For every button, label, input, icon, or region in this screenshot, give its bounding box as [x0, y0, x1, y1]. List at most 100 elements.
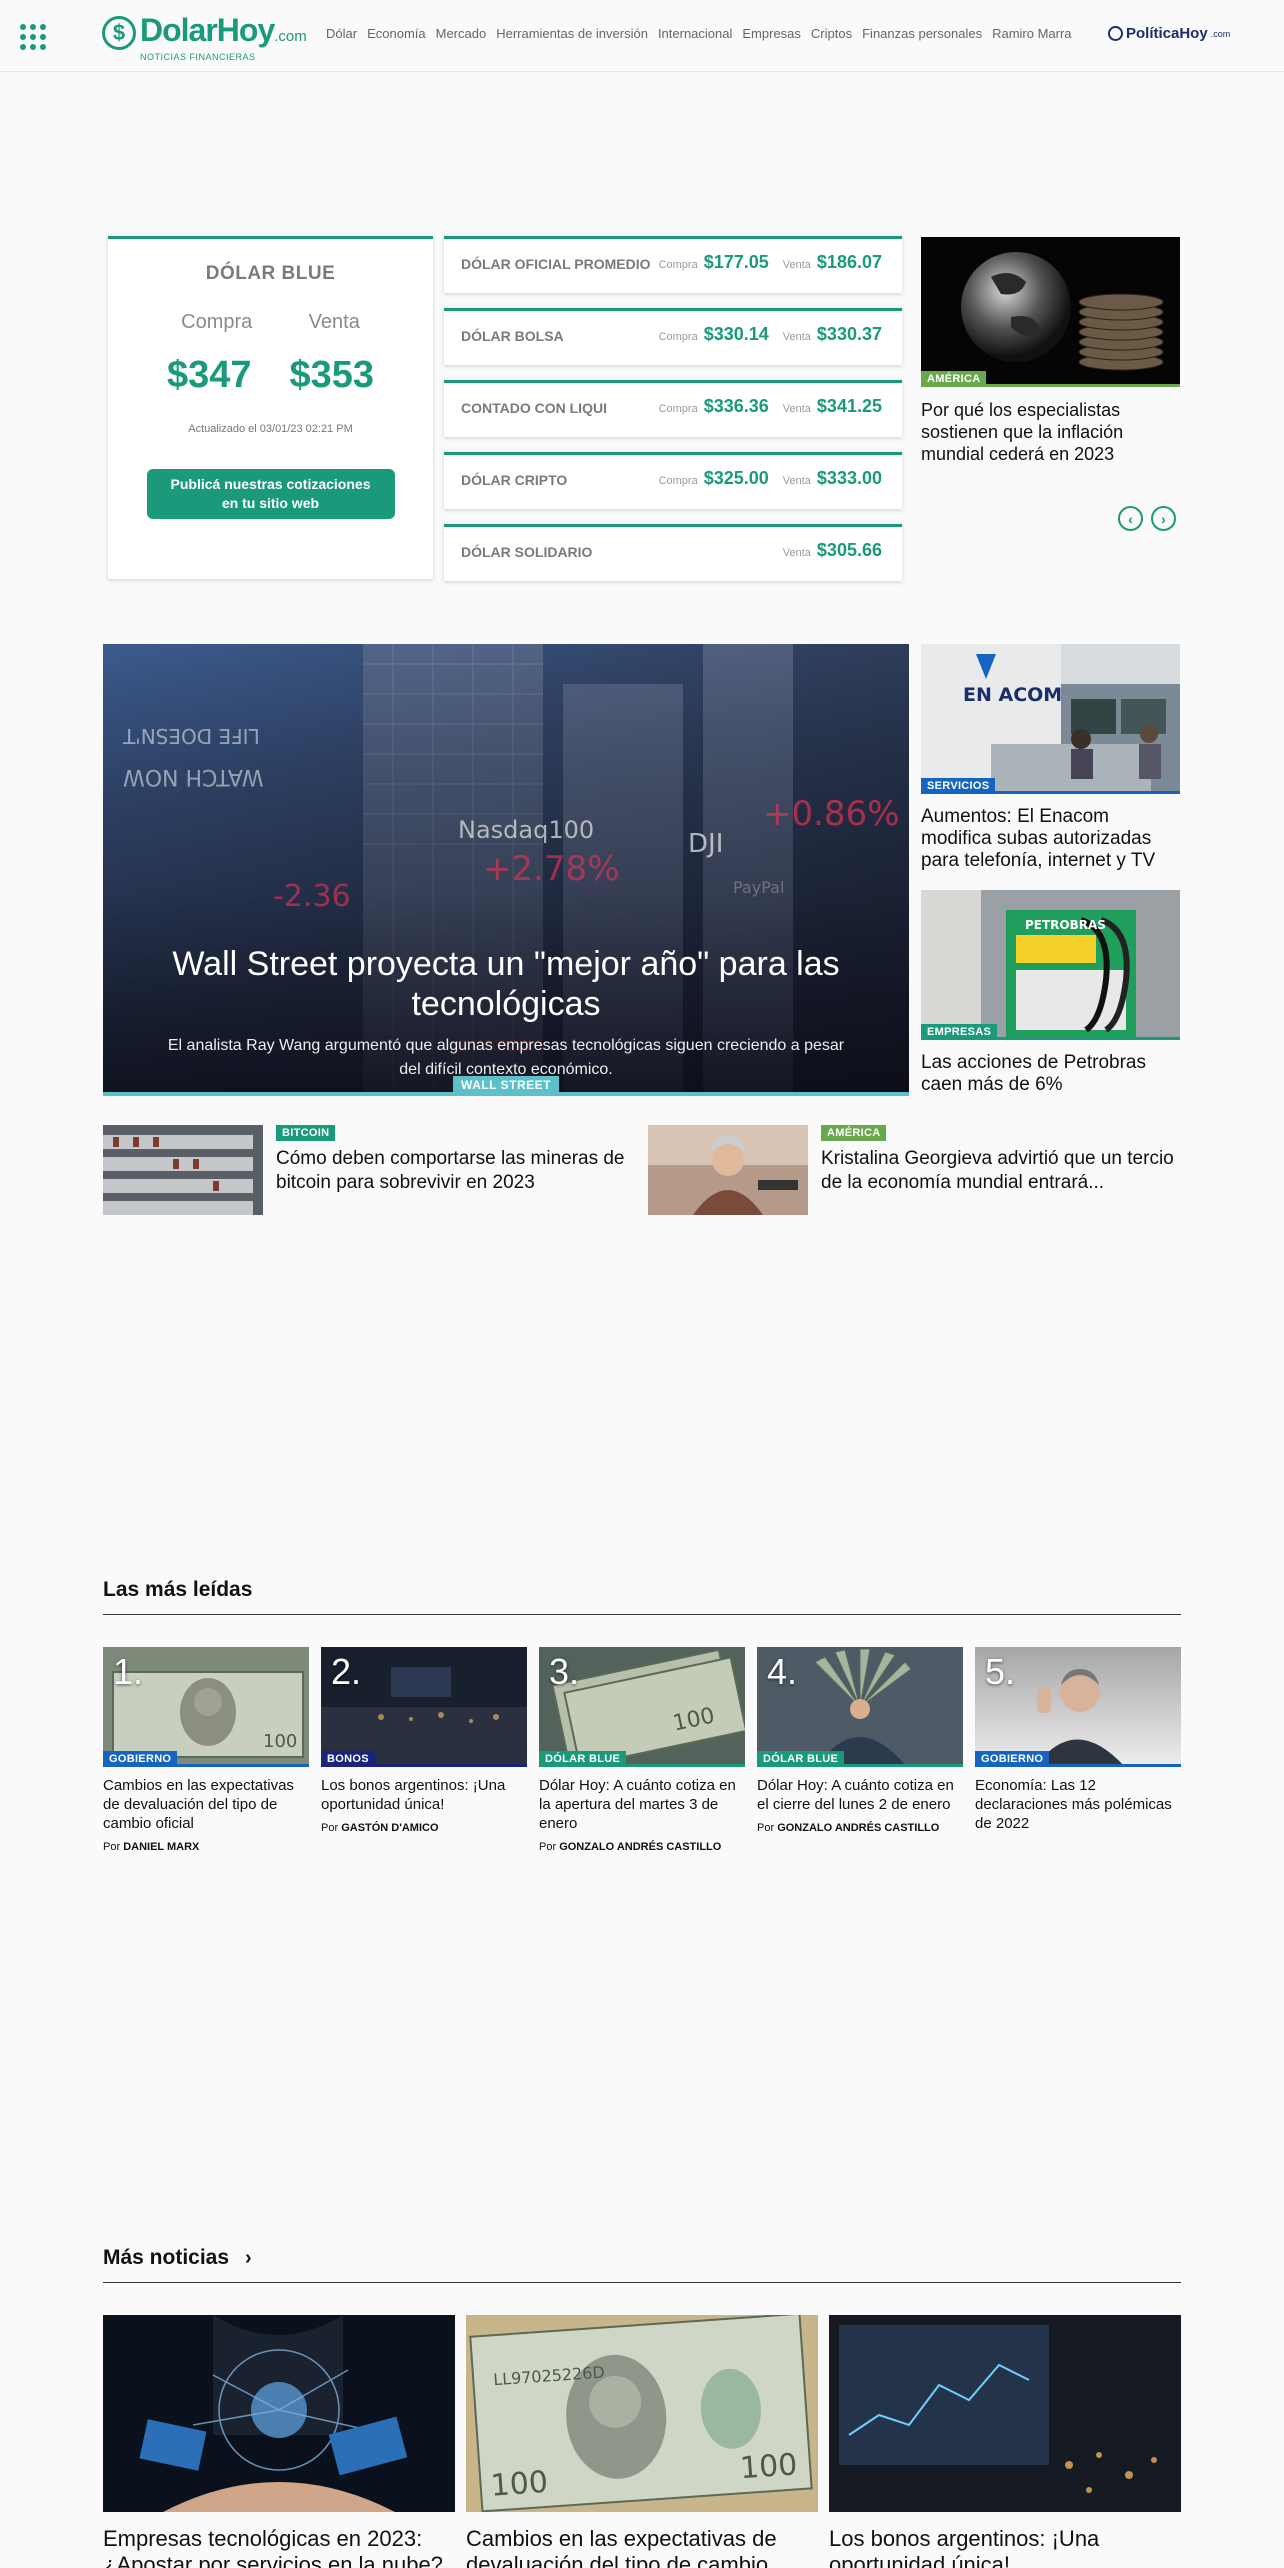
- petrobras-pump-image: [921, 890, 1180, 1040]
- blue-sell-label: Venta: [308, 311, 360, 333]
- rank-number: 3.: [549, 1651, 580, 1692]
- carousel-prev-button[interactable]: ‹: [1118, 506, 1143, 531]
- quote-sell-value: $330.37: [816, 324, 882, 344]
- blue-sell-value: $353: [289, 354, 375, 396]
- partner-logo-politicahoy[interactable]: PolíticaHoy .com: [1108, 25, 1230, 42]
- author-name[interactable]: GONZALO ANDRÉS CASTILLO: [777, 1822, 939, 1834]
- carousel-next-button[interactable]: ›: [1151, 506, 1176, 531]
- category-tag[interactable]: BITCOIN: [276, 1125, 336, 1141]
- blue-buy-label: Compra: [181, 311, 253, 333]
- quote-row-oficial[interactable]: DÓLAR OFICIAL PROMEDIO Compra $177.05 Ve…: [444, 236, 902, 293]
- enacom-sign-text: EN ACOM: [963, 684, 1063, 706]
- more-news-title[interactable]: Los bonos argentinos: ¡Una oportunidad ú…: [829, 2526, 1181, 2568]
- more-news-image[interactable]: [103, 2315, 455, 2512]
- featured-news-image[interactable]: AMÉRICA: [921, 237, 1180, 387]
- category-tag[interactable]: EMPRESAS: [921, 1024, 998, 1040]
- quote-buy-value: $325.00: [703, 468, 769, 488]
- dollar-bills-image: LL97025226D 100 100: [466, 2315, 818, 2512]
- author-name[interactable]: GASTÓN D'AMICO: [341, 1822, 438, 1834]
- logo-text: DolarHoy: [140, 12, 275, 48]
- more-news-image[interactable]: LL97025226D 100 100: [466, 2315, 818, 2512]
- side-news-card-enacom[interactable]: EN ACOM SERVICIOS Aumentos: El Enacom mo…: [921, 644, 1180, 872]
- nav-item-criptos[interactable]: Criptos: [811, 26, 852, 41]
- most-read-item[interactable]: 4. DÓLAR BLUE Dólar Hoy: A cuánto cotiza…: [757, 1647, 963, 1834]
- category-tag[interactable]: GOBIERNO: [103, 1751, 178, 1767]
- small-news-image[interactable]: [103, 1125, 263, 1215]
- more-news-heading[interactable]: Más noticias ›: [103, 2246, 1181, 2283]
- quote-sell-value: $305.66: [816, 540, 882, 560]
- side-news-image[interactable]: EN ACOM SERVICIOS: [921, 644, 1180, 794]
- more-news-image[interactable]: [829, 2315, 1181, 2512]
- author-name[interactable]: DANIEL MARX: [123, 1841, 199, 1853]
- most-read-title[interactable]: Cambios en las expectativas de devaluaci…: [103, 1776, 309, 1833]
- quote-row-cripto[interactable]: DÓLAR CRIPTO Compra $325.00 Venta $333.0…: [444, 452, 902, 509]
- hero-category-tag[interactable]: WALL STREET: [453, 1076, 559, 1092]
- most-read-item[interactable]: 100 3. DÓLAR BLUE Dólar Hoy: A cuánto co…: [539, 1647, 745, 1853]
- stock-screen-image: [829, 2315, 1181, 2512]
- hero-title[interactable]: Wall Street proyecta un "mejor año" para…: [143, 944, 869, 1024]
- most-read-item[interactable]: 5. GOBIERNO Economía: Las 12 declaracion…: [975, 1647, 1181, 1833]
- side-news-image[interactable]: PETROBRAS EMPRESAS: [921, 890, 1180, 1040]
- small-news-title[interactable]: Cómo deben comportarse las mineras de bi…: [276, 1147, 636, 1195]
- side-news-title[interactable]: Las acciones de Petrobras caen más de 6%: [921, 1052, 1180, 1096]
- most-read-image[interactable]: 100 1. GOBIERNO: [103, 1647, 309, 1767]
- small-news-card-bitcoin[interactable]: BITCOIN Cómo deben comportarse las miner…: [103, 1125, 643, 1215]
- quote-row-bolsa[interactable]: DÓLAR BOLSA Compra $330.14 Venta $330.37: [444, 308, 902, 365]
- globe-coins-image: [921, 237, 1180, 387]
- nav-item-internacional[interactable]: Internacional: [658, 26, 732, 41]
- category-tag[interactable]: GOBIERNO: [975, 1751, 1050, 1767]
- most-read-title[interactable]: Dólar Hoy: A cuánto cotiza en el cierre …: [757, 1776, 963, 1814]
- mining-rigs-image: [103, 1125, 263, 1215]
- side-news-card-petrobras[interactable]: PETROBRAS EMPRESAS Las acciones de Petro…: [921, 890, 1180, 1096]
- category-tag[interactable]: BONOS: [321, 1751, 375, 1767]
- hero-article[interactable]: amazon PayPal Nasdaq100 DJI +0.86% +2.78…: [103, 644, 909, 1096]
- category-tag[interactable]: DÓLAR BLUE: [539, 1751, 627, 1767]
- chevron-right-icon[interactable]: ›: [245, 2247, 252, 2270]
- nav-item-dolar[interactable]: Dólar: [326, 26, 357, 41]
- category-tag[interactable]: AMÉRICA: [921, 371, 987, 387]
- quote-buy-label: Compra: [658, 403, 698, 415]
- nav-item-ramiro-marra[interactable]: Ramiro Marra: [992, 26, 1071, 41]
- more-news-title[interactable]: Empresas tecnológicas en 2023: ¿Apostar …: [103, 2526, 455, 2568]
- most-read-image[interactable]: 4. DÓLAR BLUE: [757, 1647, 963, 1767]
- quote-row-solidario[interactable]: DÓLAR SOLIDARIO Venta $305.66: [444, 524, 902, 581]
- more-news-item[interactable]: Empresas tecnológicas en 2023: ¿Apostar …: [103, 2315, 455, 2568]
- nav-item-empresas[interactable]: Empresas: [742, 26, 801, 41]
- nav-item-economia[interactable]: Economía: [367, 26, 426, 41]
- most-read-image[interactable]: 2. BONOS: [321, 1647, 527, 1767]
- small-news-image[interactable]: [648, 1125, 808, 1215]
- most-read-image[interactable]: 5. GOBIERNO: [975, 1647, 1181, 1767]
- apps-grid-icon[interactable]: [20, 24, 46, 50]
- more-news-heading-text[interactable]: Más noticias: [103, 2246, 229, 2270]
- author-name[interactable]: GONZALO ANDRÉS CASTILLO: [559, 1841, 721, 1853]
- nav-item-herramientas[interactable]: Herramientas de inversión: [496, 26, 648, 41]
- nav-item-finanzas[interactable]: Finanzas personales: [862, 26, 982, 41]
- quote-sell-label: Venta: [782, 259, 811, 271]
- most-read-author: Por GONZALO ANDRÉS CASTILLO: [757, 1822, 963, 1834]
- side-news-title[interactable]: Aumentos: El Enacom modifica subas autor…: [921, 806, 1180, 872]
- most-read-image[interactable]: 100 3. DÓLAR BLUE: [539, 1647, 745, 1767]
- category-tag[interactable]: SERVICIOS: [921, 778, 996, 794]
- quote-buy-value: $336.36: [703, 396, 769, 416]
- most-read-title[interactable]: Los bonos argentinos: ¡Una oportunidad ú…: [321, 1776, 527, 1814]
- featured-news-title[interactable]: Por qué los especialistas sostienen que …: [921, 399, 1180, 465]
- most-read-item[interactable]: 100 1. GOBIERNO Cambios en las expectati…: [103, 1647, 309, 1853]
- most-read-title[interactable]: Economía: Las 12 declaraciones más polém…: [975, 1776, 1181, 1833]
- chevron-left-icon: ‹: [1128, 510, 1133, 527]
- most-read-item[interactable]: 2. BONOS Los bonos argentinos: ¡Una opor…: [321, 1647, 527, 1834]
- small-news-card-georgieva[interactable]: AMÉRICA Kristalina Georgieva advirtió qu…: [648, 1125, 1188, 1215]
- site-logo[interactable]: $ DolarHoy.com NOTICIAS FINANCIERAS: [102, 12, 307, 62]
- most-read-title[interactable]: Dólar Hoy: A cuánto cotiza en la apertur…: [539, 1776, 745, 1833]
- category-tag[interactable]: DÓLAR BLUE: [757, 1751, 845, 1767]
- small-news-title[interactable]: Kristalina Georgieva advirtió que un ter…: [821, 1147, 1181, 1195]
- more-news-item[interactable]: Los bonos argentinos: ¡Una oportunidad ú…: [829, 2315, 1181, 2568]
- category-tag[interactable]: AMÉRICA: [821, 1125, 887, 1141]
- more-news-item[interactable]: LL97025226D 100 100 Cambios en las expec…: [466, 2315, 818, 2568]
- more-news-title[interactable]: Cambios en las expectativas de devaluaci…: [466, 2526, 818, 2568]
- featured-news-card[interactable]: AMÉRICA Por qué los especialistas sostie…: [921, 237, 1180, 465]
- publish-quotes-button[interactable]: Publicá nuestras cotizaciones en tu siti…: [146, 469, 395, 519]
- quote-row-ccl[interactable]: CONTADO CON LIQUI Compra $336.36 Venta $…: [444, 380, 902, 437]
- ticker-text: +0.86%: [763, 794, 900, 834]
- nav-item-mercado[interactable]: Mercado: [436, 26, 487, 41]
- quote-name: DÓLAR OFICIAL PROMEDIO: [461, 256, 651, 272]
